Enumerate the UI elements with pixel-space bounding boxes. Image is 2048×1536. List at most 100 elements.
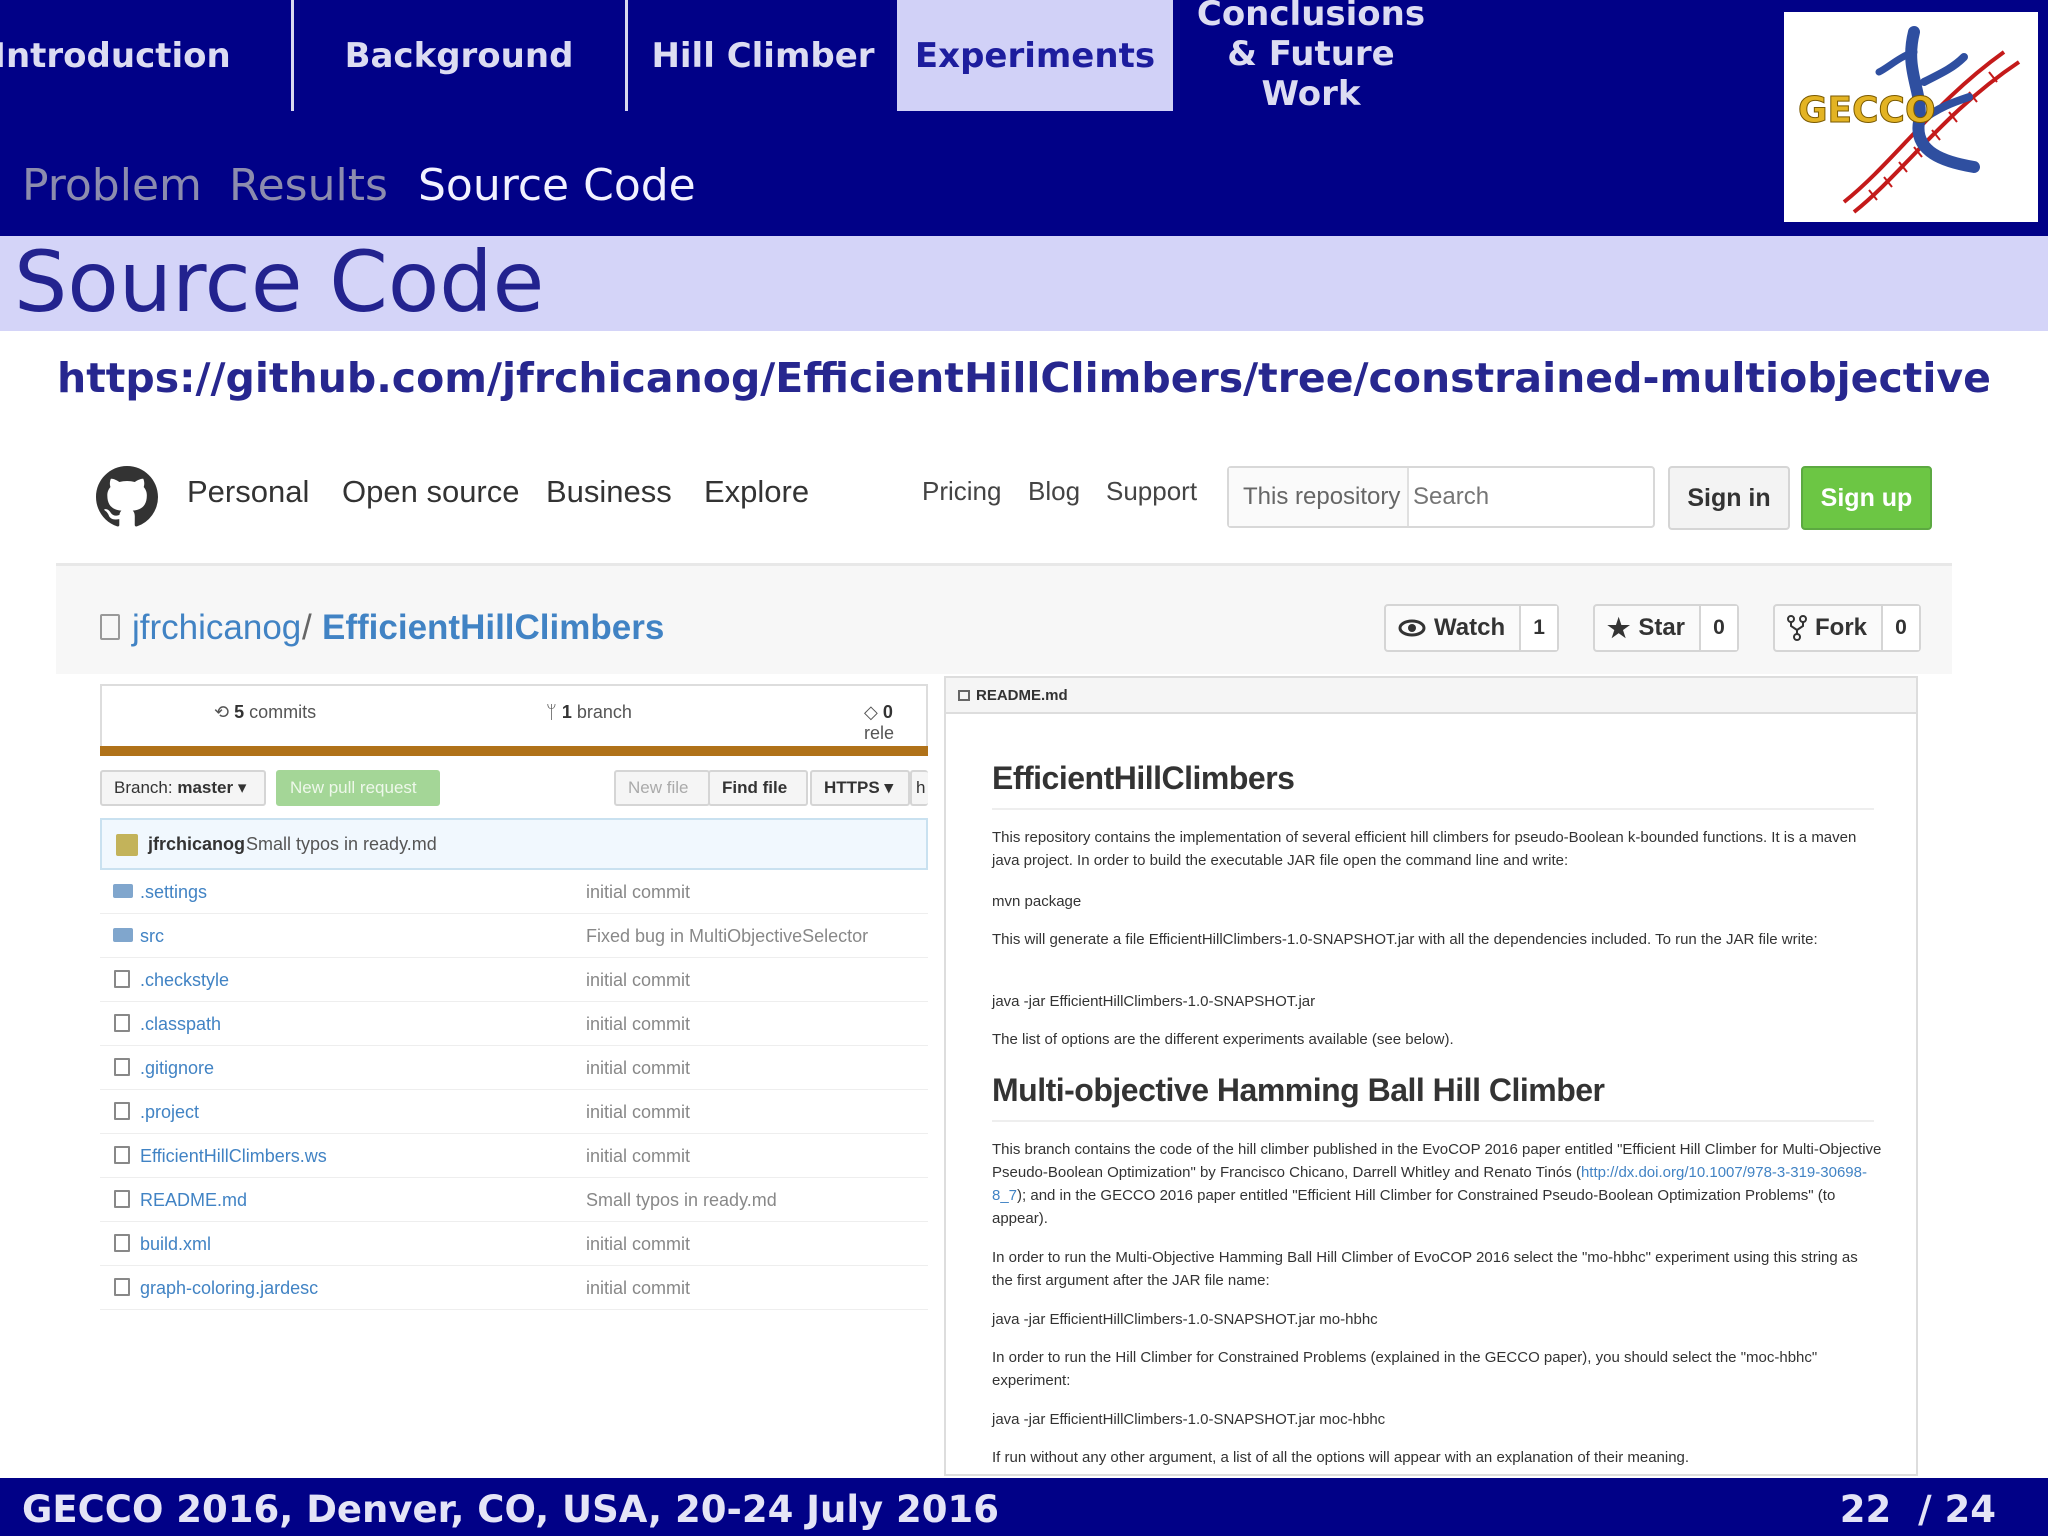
file-row[interactable]: graph-coloring.jardesc initial commit — [100, 1266, 928, 1310]
readme-header: README.md — [946, 678, 1916, 714]
search-input[interactable] — [1413, 472, 1643, 522]
readme-text: ); and in the GECCO 2016 paper entitled … — [992, 1187, 1836, 1227]
branch-prefix: Branch: — [114, 778, 173, 797]
repo-name-link[interactable]: EfficientHillClimbers — [322, 608, 664, 648]
file-row[interactable]: .gitignore initial commit — [100, 1046, 928, 1090]
conference-info: GECCO 2016, Denver, CO, USA, 20-24 July … — [22, 1488, 999, 1531]
nav-tab-introduction[interactable]: Introduction — [0, 0, 231, 111]
gh-nav-blog[interactable]: Blog — [1028, 476, 1080, 507]
commit-author[interactable]: jfrchicanog — [148, 834, 245, 855]
heading-rule — [992, 1120, 1874, 1122]
nav-tab-experiments[interactable]: Experiments — [897, 0, 1173, 111]
file-name-link[interactable]: .project — [140, 1102, 199, 1123]
tag-icon: ◇ — [864, 702, 878, 722]
file-commit-message[interactable]: initial commit — [586, 970, 690, 991]
watch-count[interactable]: 1 — [1519, 606, 1558, 650]
clone-protocol-select[interactable]: HTTPS ▾ — [810, 770, 910, 806]
readme-paragraph: In order to run the Multi-Objective Hamm… — [992, 1249, 1858, 1289]
file-name-link[interactable]: .classpath — [140, 1014, 221, 1035]
repository-url[interactable]: https://github.com/jfrchicanog/Efficient… — [0, 354, 2048, 402]
star-button[interactable]: ★ Star — [1595, 606, 1699, 650]
file-commit-message[interactable]: Fixed bug in MultiObjectiveSelector — [586, 926, 868, 947]
slide-title: Source Code — [14, 233, 545, 331]
gh-nav-personal[interactable]: Personal — [187, 474, 309, 510]
subnav-source-code[interactable]: Source Code — [418, 160, 696, 211]
gecco-gecko-logo-graphic: GECCO — [1798, 26, 2021, 214]
branches-link[interactable]: ᛘ 1 branch — [546, 702, 632, 723]
gh-nav-open-source[interactable]: Open source — [342, 474, 520, 510]
book-icon — [958, 690, 970, 701]
avatar[interactable] — [116, 834, 138, 856]
fork-button[interactable]: Fork — [1775, 606, 1881, 650]
folder-icon — [113, 884, 133, 898]
commits-label: commits — [249, 702, 317, 722]
clone-url-field[interactable]: h — [910, 770, 928, 806]
file-row[interactable]: build.xml initial commit — [100, 1222, 928, 1266]
caret-down-icon: ▾ — [237, 778, 247, 797]
file-name-link[interactable]: README.md — [140, 1190, 247, 1211]
repo-header: jfrchicanog / EfficientHillClimbers Watc… — [56, 566, 1952, 674]
file-browser: ⟲ 5 commits ᛘ 1 branch ◇ 0 rele Branch: … — [100, 684, 928, 1314]
commits-link[interactable]: ⟲ 5 commits — [214, 702, 316, 723]
branch-label: branch — [576, 702, 632, 722]
subnav-problem[interactable]: Problem — [22, 160, 202, 211]
gh-nav-pricing[interactable]: Pricing — [922, 476, 1001, 507]
nav-tab-label: Conclusions — [1196, 0, 1426, 34]
gh-nav-business[interactable]: Business — [546, 474, 672, 510]
file-commit-message[interactable]: initial commit — [586, 1234, 690, 1255]
file-name-link[interactable]: .gitignore — [140, 1058, 214, 1079]
file-icon — [114, 970, 130, 988]
readme-panel: README.md EfficientHillClimbers This rep… — [944, 676, 1918, 1476]
file-row[interactable]: src Fixed bug in MultiObjectiveSelector — [100, 914, 928, 958]
readme-paragraph: This repository contains the implementat… — [992, 829, 1857, 869]
file-row[interactable]: .settings initial commit — [100, 870, 928, 914]
repo-owner-link[interactable]: jfrchicanog — [132, 608, 301, 648]
file-name-link[interactable]: graph-coloring.jardesc — [140, 1278, 318, 1299]
star-icon: ★ — [1607, 613, 1631, 643]
nav-tab-conclusions[interactable]: Conclusions & Future Work — [1180, 0, 1442, 114]
new-pull-request-button[interactable]: New pull request — [276, 770, 440, 806]
nav-tab-background[interactable]: Background — [294, 0, 624, 111]
svg-text:GECCO: GECCO — [1798, 90, 1936, 131]
file-commit-message[interactable]: initial commit — [586, 1014, 690, 1035]
file-row[interactable]: .project initial commit — [100, 1090, 928, 1134]
repo-summary: ⟲ 5 commits ᛘ 1 branch ◇ 0 rele — [100, 684, 928, 746]
file-name-link[interactable]: src — [140, 926, 164, 947]
gh-nav-explore[interactable]: Explore — [704, 474, 809, 510]
eye-icon — [1398, 619, 1426, 637]
readme-paragraph: The list of options are the different ex… — [992, 1031, 1454, 1048]
nav-tab-hill-climber[interactable]: Hill Climber — [628, 0, 898, 111]
file-name-link[interactable]: .checkstyle — [140, 970, 229, 991]
fork-count[interactable]: 0 — [1881, 606, 1920, 650]
file-commit-message[interactable]: initial commit — [586, 1102, 690, 1123]
gh-nav-support[interactable]: Support — [1106, 476, 1197, 507]
commit-message[interactable]: Small typos in ready.md — [246, 834, 437, 855]
file-commit-message[interactable]: initial commit — [586, 1146, 690, 1167]
file-row[interactable]: .classpath initial commit — [100, 1002, 928, 1046]
readme-code: java -jar EfficientHillClimbers-1.0-SNAP… — [992, 993, 1316, 1010]
releases-link[interactable]: ◇ 0 rele — [864, 702, 926, 744]
readme-code: java -jar EfficientHillClimbers-1.0-SNAP… — [992, 1311, 1378, 1328]
subnav-results[interactable]: Results — [229, 160, 388, 211]
find-file-button[interactable]: Find file — [708, 770, 808, 806]
watch-button-group: Watch 1 — [1384, 604, 1560, 652]
star-label: Star — [1638, 614, 1685, 641]
file-commit-message[interactable]: initial commit — [586, 1278, 690, 1299]
file-name-link[interactable]: build.xml — [140, 1234, 211, 1255]
file-row[interactable]: .checkstyle initial commit — [100, 958, 928, 1002]
new-file-button[interactable]: New file — [614, 770, 710, 806]
branch-select[interactable]: Branch: master ▾ — [100, 770, 266, 806]
sign-in-button[interactable]: Sign in — [1668, 466, 1790, 530]
file-row[interactable]: EfficientHillClimbers.ws initial commit — [100, 1134, 928, 1178]
watch-button[interactable]: Watch — [1386, 606, 1519, 650]
file-name-link[interactable]: .settings — [140, 882, 207, 903]
file-commit-message[interactable]: initial commit — [586, 882, 690, 903]
file-commit-message[interactable]: Small typos in ready.md — [586, 1190, 777, 1211]
github-octocat-icon[interactable] — [96, 466, 158, 528]
star-count[interactable]: 0 — [1699, 606, 1737, 650]
file-icon — [114, 1278, 130, 1296]
sign-up-button[interactable]: Sign up — [1801, 466, 1932, 530]
file-commit-message[interactable]: initial commit — [586, 1058, 690, 1079]
file-name-link[interactable]: EfficientHillClimbers.ws — [140, 1146, 327, 1167]
file-row[interactable]: README.md Small typos in ready.md — [100, 1178, 928, 1222]
